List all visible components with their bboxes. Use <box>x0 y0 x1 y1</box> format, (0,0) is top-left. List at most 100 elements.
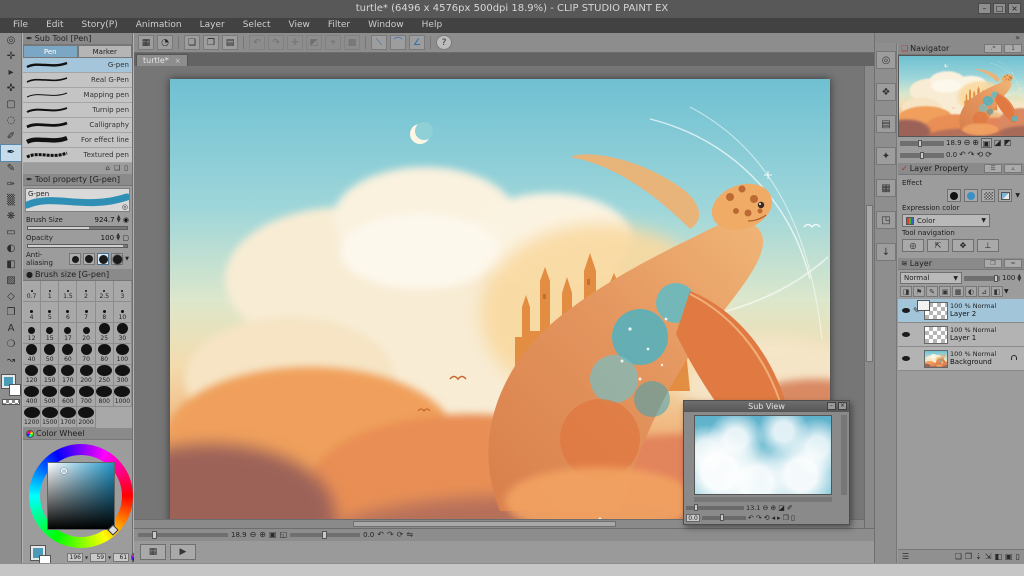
sub-view-vertical-scrollbar[interactable] <box>841 415 847 495</box>
sub-view-zoom-out-icon[interactable]: ⊖ <box>762 504 768 512</box>
sub-view-next-icon[interactable]: ▸ <box>777 514 781 522</box>
sub-view-reset-icon[interactable]: ⟲ <box>764 514 770 522</box>
new-layer-icon[interactable]: ❏ <box>955 552 962 561</box>
brush-size-item[interactable]: 20 <box>77 323 95 344</box>
sub-view-delete-icon[interactable]: ▯ <box>791 514 795 522</box>
layer-row-layer2[interactable]: ✎ 100 % NormalLayer 2 <box>898 299 1024 323</box>
brush-size-item[interactable]: 5 <box>41 302 59 323</box>
layer-opacity-stepper[interactable]: ▲▼ <box>1017 274 1021 282</box>
layerproperty-tab-1[interactable]: ☰ <box>984 164 1002 173</box>
opacity-option-icon[interactable]: ▢ <box>122 234 129 242</box>
sub-view-prev-icon[interactable]: ◂ <box>772 514 776 522</box>
toolnav-move-icon[interactable]: ✥ <box>952 239 974 252</box>
reference-layer-icon[interactable]: ⚑ <box>913 286 925 297</box>
canvas-tab[interactable]: turtle*× <box>136 54 188 66</box>
navigator-reset-all-icon[interactable]: ⟳ <box>985 150 992 160</box>
menu-select[interactable]: Select <box>234 18 280 33</box>
brush-size-item[interactable]: 7 <box>77 302 95 323</box>
snap-grid-icon[interactable]: ∠ <box>409 35 425 50</box>
subtool-item-turnip-pen[interactable]: Turnip pen <box>23 103 132 118</box>
invert-selection-icon[interactable]: ◩ <box>306 35 322 50</box>
brush-tool-icon[interactable]: ✑ <box>1 177 21 193</box>
navigator-reset-icon[interactable]: ⟲ <box>977 150 984 160</box>
blend-tool-icon[interactable]: ◐ <box>1 241 21 257</box>
brush-size-item[interactable]: 0.7 <box>23 281 41 302</box>
brush-size-item[interactable]: 1500 <box>41 407 59 428</box>
navigator-zoom-value[interactable]: 18.9 <box>946 139 962 147</box>
navigator-rotate-left-icon[interactable]: ↶ <box>959 150 966 160</box>
subtool-tab-pen[interactable]: Pen <box>23 45 78 58</box>
material-download-icon[interactable]: ↓ <box>876 243 896 261</box>
expression-color-dropdown[interactable]: Color ▼ <box>902 214 990 227</box>
rotate-right-icon[interactable]: ↷ <box>387 529 394 541</box>
decoration-tool-icon[interactable]: ❋ <box>1 209 21 225</box>
sub-view-zoom-in-icon[interactable]: ⊕ <box>770 504 776 512</box>
brush-size-source-icon[interactable]: ◉ <box>123 216 129 224</box>
navigator-zoom-out-icon[interactable]: ⊖ <box>964 138 971 148</box>
brush-size-item[interactable]: 700 <box>77 386 95 407</box>
fill-tool-icon[interactable]: ◧ <box>1 257 21 273</box>
canvas-vertical-scrollbar[interactable] <box>864 66 874 528</box>
brush-size-item[interactable]: 400 <box>23 386 41 407</box>
quick-search-icon[interactable]: ◎ <box>876 51 896 69</box>
material-image-icon[interactable]: ▦ <box>876 179 896 197</box>
canvas-rotate-slider[interactable] <box>290 533 360 537</box>
scale-rotate-icon[interactable]: ⌖ <box>325 35 341 50</box>
navigator-thumbnail[interactable] <box>898 55 1024 137</box>
brush-size-item[interactable]: 12 <box>23 323 41 344</box>
brush-size-stepper[interactable]: ▲▼ <box>117 215 121 223</box>
brush-size-item[interactable]: 1200 <box>23 407 41 428</box>
sub-view-minimize-icon[interactable]: – <box>827 402 836 410</box>
brush-size-item[interactable]: 2000 <box>77 407 95 428</box>
sub-view-zoom-value[interactable]: 13.1 <box>746 504 760 512</box>
brush-size-item[interactable]: 1000 <box>114 386 132 407</box>
toolnav-ruler-icon[interactable]: ⊥ <box>977 239 999 252</box>
subtool-item-real-gpen[interactable]: Real G-Pen <box>23 73 132 88</box>
brush-size-item[interactable]: 1700 <box>59 407 77 428</box>
move-tool-icon[interactable]: ✛ <box>1 49 21 65</box>
clip-studio-icon[interactable]: ◔ <box>157 35 173 50</box>
sub-view-fit-icon[interactable]: ◪ <box>778 504 785 512</box>
mesh-transform-icon[interactable]: ▩ <box>344 35 360 50</box>
fit-screen-icon[interactable]: ▣ <box>269 529 277 541</box>
navigator-zoom-in-icon[interactable]: ⊕ <box>972 138 979 148</box>
layer-menu-icon[interactable]: ☰ <box>902 552 909 561</box>
sub-view-window[interactable]: Sub View – × 13.1 ⊖ ⊕ ◪ ✐ 0.0 ↶ ↷ ⟲ ◂ ▸ … <box>683 400 850 525</box>
zoom-tool-icon[interactable]: ◎ <box>1 33 21 49</box>
material-color-pattern-icon[interactable]: ❖ <box>876 83 896 101</box>
sub-view-import-icon[interactable]: ❐ <box>783 514 789 522</box>
sub-view-eyedropper-icon[interactable]: ✐ <box>787 504 793 512</box>
zoom-out-icon[interactable]: ⊖ <box>250 529 257 541</box>
brush-size-item[interactable]: 2.5 <box>96 281 114 302</box>
subtool-new-icon[interactable]: ❏ <box>114 163 120 174</box>
brush-size-item[interactable]: 30 <box>114 323 132 344</box>
toolnav-select-icon[interactable]: ⇱ <box>927 239 949 252</box>
brush-size-item[interactable]: 500 <box>41 386 59 407</box>
menu-edit[interactable]: Edit <box>37 18 72 33</box>
sub-view-rotation-value[interactable]: 0.0 <box>686 514 700 522</box>
save-icon[interactable]: ▤ <box>222 35 238 50</box>
new-file-icon[interactable]: ❏ <box>184 35 200 50</box>
lock-alpha-icon[interactable]: ▩ <box>952 286 964 297</box>
lock-layer-icon[interactable]: ▣ <box>939 286 951 297</box>
layer-thumbnail[interactable] <box>924 302 948 320</box>
transparent-color-swatch[interactable] <box>2 399 20 405</box>
border-effect-icon[interactable] <box>947 189 961 202</box>
undo-icon[interactable]: ↶ <box>249 35 265 50</box>
navigator-rotate-right-icon[interactable]: ↷ <box>968 150 975 160</box>
brush-size-item[interactable]: 70 <box>77 344 95 365</box>
saturation-value[interactable]: 59 <box>90 553 106 562</box>
menu-story[interactable]: Story(P) <box>73 18 127 33</box>
eraser-tool-icon[interactable]: ▭ <box>1 225 21 241</box>
subtool-lock-icon[interactable]: ⌂ <box>105 163 109 174</box>
selection-tool-icon[interactable]: ▢ <box>1 97 21 113</box>
material-small-button[interactable]: ▦ <box>140 544 166 560</box>
menu-file[interactable]: File <box>4 18 37 33</box>
subtool-delete-icon[interactable]: ▯ <box>124 163 128 174</box>
brush-size-slider[interactable] <box>27 226 128 230</box>
snap-curve-icon[interactable]: ⌒ <box>390 35 406 50</box>
sub-view-close-icon[interactable]: × <box>838 402 847 410</box>
sv-square[interactable] <box>47 462 115 530</box>
navigator-flip-icon[interactable]: ◪ <box>994 138 1002 148</box>
layer-color-button-icon[interactable]: ◧ <box>991 286 1003 297</box>
